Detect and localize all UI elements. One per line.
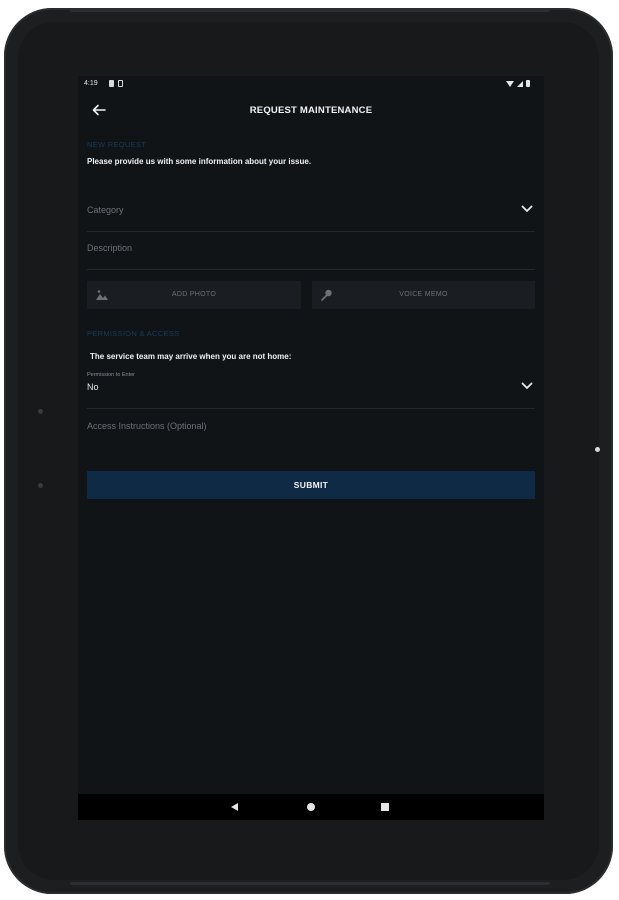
add-photo-button[interactable]: ADD PHOTO	[87, 281, 301, 309]
intro-text: Please provide us with some information …	[87, 157, 312, 166]
side-sensor-dot	[38, 483, 43, 488]
absent-text: The service team may arrive when you are…	[90, 352, 292, 361]
system-nav-bar	[78, 794, 544, 820]
page-title: REQUEST MAINTENANCE	[249, 105, 373, 116]
permission-value: No	[87, 382, 99, 392]
status-icons	[506, 80, 530, 87]
permission-label: Permission to Enter	[87, 372, 135, 378]
description-placeholder: Description	[87, 243, 133, 253]
notification-icon	[109, 80, 114, 87]
category-placeholder: Category	[87, 205, 124, 215]
signal-icon	[517, 80, 523, 87]
wifi-icon	[506, 80, 514, 87]
tablet-bottom-rim	[70, 882, 550, 885]
nav-recent-icon[interactable]	[381, 803, 389, 811]
chevron-down-icon	[521, 382, 533, 389]
section-label-permission: PERMISSION & ACCESS	[87, 329, 180, 338]
permission-select[interactable]: Permission to Enter No	[87, 372, 535, 409]
app-screen: 4:19 REQUEST MAINTENANCE NEW REQUEST Ple…	[78, 76, 544, 820]
side-sensor-dot	[38, 409, 43, 414]
app-bar: REQUEST MAINTENANCE	[78, 94, 544, 128]
chevron-down-icon	[521, 205, 533, 212]
status-time: 4:19	[84, 80, 98, 87]
submit-label: SUBMIT	[293, 480, 329, 490]
access-instructions-field[interactable]: Access Instructions (Optional)	[87, 408, 535, 446]
tablet-top-rim	[70, 9, 550, 12]
voice-memo-button[interactable]: VOICE MEMO	[312, 281, 535, 309]
section-label-new-request: NEW REQUEST	[87, 140, 147, 149]
nav-back-icon[interactable]	[231, 803, 238, 811]
access-instructions-placeholder: Access Instructions (Optional)	[87, 421, 207, 431]
voice-memo-label: VOICE MEMO	[399, 291, 448, 298]
add-photo-label: ADD PHOTO	[171, 291, 217, 298]
status-bar: 4:19	[78, 76, 544, 94]
nav-home-icon[interactable]	[307, 803, 315, 811]
camera-dot	[595, 447, 600, 452]
battery-icon	[526, 80, 530, 87]
sim-icon	[118, 80, 123, 87]
description-field[interactable]: Description	[87, 231, 535, 270]
submit-button[interactable]: SUBMIT	[87, 471, 535, 499]
category-select[interactable]: Category	[87, 191, 535, 232]
